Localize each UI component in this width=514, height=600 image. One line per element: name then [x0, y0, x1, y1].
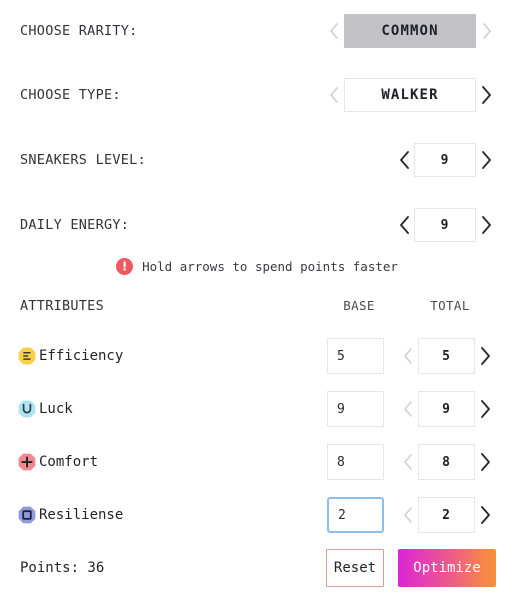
- hold-arrows-hint: ! Hold arrows to spend points faster: [0, 258, 514, 275]
- type-value[interactable]: WALKER: [344, 78, 476, 112]
- luck-total-value[interactable]: 9: [418, 391, 475, 427]
- resiliense-base-input[interactable]: [327, 497, 384, 533]
- type-label: CHOOSE TYPE:: [20, 87, 121, 103]
- sneakers-level-next-chevron-right-icon[interactable]: [476, 143, 496, 177]
- comfort-next-chevron-right-icon[interactable]: [475, 445, 495, 479]
- attribute-row-luck: Luck 9: [0, 386, 514, 432]
- luck-icon: [18, 400, 36, 418]
- luck-name-group: Luck: [18, 400, 73, 418]
- luck-label: Luck: [39, 401, 73, 417]
- comfort-total-stepper: 8: [398, 444, 495, 480]
- efficiency-label: Efficiency: [39, 348, 124, 364]
- attributes-header: ATTRIBUTES BASE TOTAL: [0, 298, 514, 322]
- rarity-prev-chevron-left-icon[interactable]: [324, 14, 344, 48]
- efficiency-total-value[interactable]: 5: [418, 338, 475, 374]
- daily-energy-stepper: 9: [394, 208, 496, 242]
- footer-bar: Points: 36 Reset Optimize: [0, 546, 514, 590]
- daily-energy-label: DAILY ENERGY:: [20, 217, 130, 233]
- total-col-header: TOTAL: [430, 298, 470, 313]
- luck-next-chevron-right-icon[interactable]: [475, 392, 495, 426]
- points-total: Points: 36: [20, 560, 105, 576]
- rarity-label: CHOOSE RARITY:: [20, 23, 138, 39]
- luck-base-input[interactable]: [327, 391, 384, 427]
- type-stepper: WALKER: [324, 78, 496, 112]
- efficiency-icon: [18, 347, 36, 365]
- warning-exclamation-icon: !: [116, 258, 134, 275]
- attribute-row-resiliense: Resiliense 2: [0, 492, 514, 538]
- efficiency-next-chevron-right-icon[interactable]: [475, 339, 495, 373]
- efficiency-prev-chevron-left-icon[interactable]: [398, 339, 418, 373]
- hint-text: Hold arrows to spend points faster: [142, 259, 398, 274]
- type-prev-chevron-left-icon[interactable]: [324, 78, 344, 112]
- rarity-row: CHOOSE RARITY: COMMON: [0, 8, 514, 54]
- sneakers-level-prev-chevron-left-icon[interactable]: [394, 143, 414, 177]
- reset-button[interactable]: Reset: [326, 549, 384, 587]
- comfort-base-input[interactable]: [327, 444, 384, 480]
- rarity-stepper: COMMON: [324, 14, 496, 48]
- attribute-row-efficiency: Efficiency 5: [0, 333, 514, 379]
- efficiency-base-input[interactable]: [327, 338, 384, 374]
- sneakers-level-value[interactable]: 9: [414, 143, 476, 177]
- optimize-button[interactable]: Optimize: [398, 549, 496, 587]
- comfort-prev-chevron-left-icon[interactable]: [398, 445, 418, 479]
- resiliense-total-stepper: 2: [398, 497, 495, 533]
- efficiency-total-stepper: 5: [398, 338, 495, 374]
- sneakers-stat-calculator: CHOOSE RARITY: COMMON CHOOSE TYPE: WALKE…: [0, 0, 514, 600]
- resiliense-next-chevron-right-icon[interactable]: [475, 498, 495, 532]
- sneakers-level-label: SNEAKERS LEVEL:: [20, 152, 146, 168]
- sneakers-level-row: SNEAKERS LEVEL: 9: [0, 137, 514, 183]
- sneakers-level-stepper: 9: [394, 143, 496, 177]
- daily-energy-next-chevron-right-icon[interactable]: [476, 208, 496, 242]
- resiliense-name-group: Resiliense: [18, 506, 123, 524]
- daily-energy-value[interactable]: 9: [414, 208, 476, 242]
- daily-energy-prev-chevron-left-icon[interactable]: [394, 208, 414, 242]
- efficiency-name-group: Efficiency: [18, 347, 123, 365]
- attribute-row-comfort: Comfort 8: [0, 439, 514, 485]
- rarity-value[interactable]: COMMON: [344, 14, 476, 48]
- attributes-col-header: ATTRIBUTES: [20, 298, 104, 314]
- luck-prev-chevron-left-icon[interactable]: [398, 392, 418, 426]
- type-row: CHOOSE TYPE: WALKER: [0, 72, 514, 118]
- comfort-icon: [18, 453, 36, 471]
- comfort-label: Comfort: [39, 454, 99, 470]
- resiliense-icon: [18, 506, 36, 524]
- rarity-next-chevron-right-icon[interactable]: [476, 14, 496, 48]
- resiliense-prev-chevron-left-icon[interactable]: [398, 498, 418, 532]
- comfort-total-value[interactable]: 8: [418, 444, 475, 480]
- type-next-chevron-right-icon[interactable]: [476, 78, 496, 112]
- daily-energy-row: DAILY ENERGY: 9: [0, 202, 514, 248]
- resiliense-label: Resiliense: [39, 507, 124, 523]
- resiliense-total-value[interactable]: 2: [418, 497, 475, 533]
- luck-total-stepper: 9: [398, 391, 495, 427]
- warning-glyph: !: [121, 259, 128, 273]
- base-col-header: BASE: [343, 298, 375, 313]
- comfort-name-group: Comfort: [18, 453, 98, 471]
